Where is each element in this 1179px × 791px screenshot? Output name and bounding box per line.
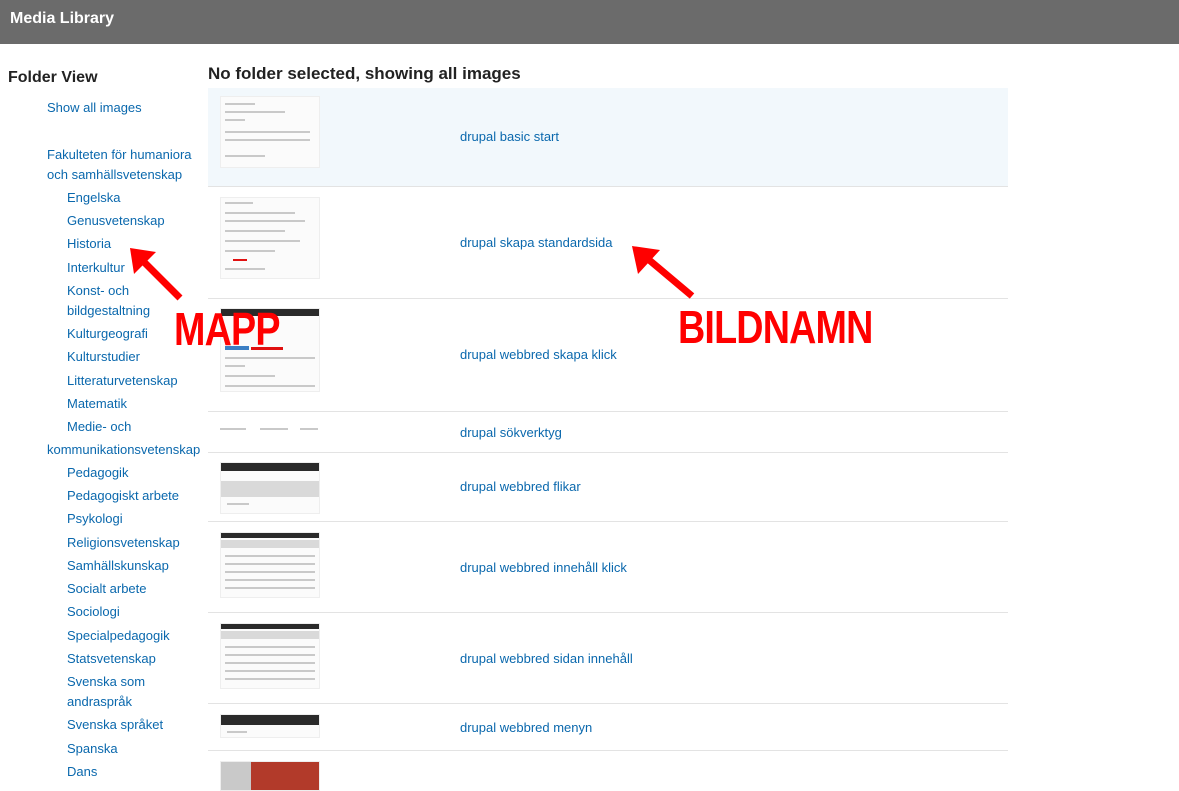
folder-interkultur[interactable]: Interkultur <box>67 258 125 278</box>
image-thumbnail[interactable] <box>220 761 320 791</box>
folder-religionsvetenskap[interactable]: Religionsvetenskap <box>67 533 180 553</box>
image-thumbnail[interactable] <box>220 462 320 514</box>
red-arrow-icon <box>632 246 695 299</box>
folder-pedagogiskt-arbete[interactable]: Pedagogiskt arbete <box>67 486 179 506</box>
image-thumbnail[interactable] <box>220 532 320 598</box>
folder-svenska-som-line2[interactable]: andraspråk <box>67 692 132 712</box>
image-row[interactable]: drupal webbred innehåll klick <box>208 522 1008 613</box>
app-title: Media Library <box>10 10 115 27</box>
folder-historia[interactable]: Historia <box>67 234 111 254</box>
folder-faculty-line1[interactable]: Fakulteten för humaniora <box>47 145 192 165</box>
folder-specialpedagogik[interactable]: Specialpedagogik <box>67 626 170 646</box>
folder-konst-line1[interactable]: Konst- och <box>67 281 129 301</box>
folder-spanska[interactable]: Spanska <box>67 739 118 759</box>
image-name-link[interactable]: drupal webbred flikar <box>460 479 581 494</box>
show-all-images-link[interactable]: Show all images <box>47 98 142 118</box>
image-row[interactable]: drupal skapa standardsida <box>208 187 1008 299</box>
image-name-link[interactable]: drupal webbred innehåll klick <box>460 560 627 575</box>
page-title: No folder selected, showing all images <box>208 64 521 83</box>
image-name-link[interactable]: drupal webbred menyn <box>460 720 592 735</box>
folder-sidebar: Folder View Show all images Fakulteten f… <box>0 44 205 779</box>
red-arrow-icon <box>130 248 183 301</box>
folder-matematik[interactable]: Matematik <box>67 394 127 414</box>
image-row[interactable]: drupal webbred menyn <box>208 704 1008 751</box>
image-row[interactable] <box>208 751 1008 791</box>
image-row[interactable]: drupal sökverktyg <box>208 412 1008 453</box>
folder-svenska-som-line1[interactable]: Svenska som <box>67 672 145 692</box>
image-row[interactable]: drupal webbred skapa klick <box>208 299 1008 412</box>
image-name-link[interactable]: drupal sökverktyg <box>460 425 562 440</box>
image-thumbnail[interactable] <box>220 714 320 738</box>
image-row[interactable]: drupal webbred flikar <box>208 453 1008 522</box>
folder-socialt-arbete[interactable]: Socialt arbete <box>67 579 147 599</box>
folder-kulturgeografi[interactable]: Kulturgeografi <box>67 324 148 344</box>
folder-faculty-line2[interactable]: och samhällsvetenskap <box>47 165 182 185</box>
image-thumbnail[interactable] <box>220 623 320 689</box>
folder-statsvetenskap[interactable]: Statsvetenskap <box>67 649 156 669</box>
folder-view-heading: Folder View <box>8 69 98 86</box>
image-thumbnail[interactable] <box>220 197 320 279</box>
folder-samhallskunskap[interactable]: Samhällskunskap <box>67 556 169 576</box>
folder-genusvetenskap[interactable]: Genusvetenskap <box>67 211 165 231</box>
folder-annotation-label: MAPP <box>174 303 281 355</box>
folder-engelska[interactable]: Engelska <box>67 188 120 208</box>
folder-konst-line2[interactable]: bildgestaltning <box>67 301 150 321</box>
app-header: Media Library <box>0 0 1179 44</box>
folder-dans[interactable]: Dans <box>67 762 97 782</box>
folder-kulturstudier[interactable]: Kulturstudier <box>67 347 140 367</box>
folder-medie-line1[interactable]: Medie- och <box>67 417 131 437</box>
folder-psykologi[interactable]: Psykologi <box>67 509 123 529</box>
folder-sociologi[interactable]: Sociologi <box>67 602 120 622</box>
folder-medie-line2[interactable]: kommunikationsvetenskap <box>47 440 200 460</box>
folder-pedagogik[interactable]: Pedagogik <box>67 463 128 483</box>
image-thumbnail[interactable] <box>220 96 320 168</box>
image-row[interactable]: drupal webbred sidan innehåll <box>208 613 1008 704</box>
image-name-link[interactable]: drupal basic start <box>460 129 559 144</box>
image-name-link[interactable]: drupal webbred skapa klick <box>460 347 617 362</box>
image-name-link[interactable]: drupal webbred sidan innehåll <box>460 651 633 666</box>
image-name-annotation-label: BILDNAMN <box>678 301 873 353</box>
image-thumbnail[interactable] <box>220 427 320 435</box>
image-row[interactable]: drupal basic start <box>208 88 1008 187</box>
folder-litteraturvetenskap[interactable]: Litteraturvetenskap <box>67 371 178 391</box>
folder-svenska-spraket[interactable]: Svenska språket <box>67 715 163 735</box>
image-name-link[interactable]: drupal skapa standardsida <box>460 235 613 250</box>
